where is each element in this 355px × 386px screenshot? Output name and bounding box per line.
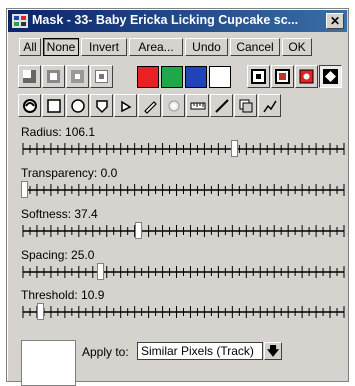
slider-thumb[interactable] <box>36 303 44 320</box>
invert-button[interactable]: Invert <box>81 38 127 56</box>
slider-thumb[interactable] <box>230 140 238 157</box>
mask-view-outline-icon[interactable] <box>319 65 342 88</box>
mask-app-icon <box>12 14 28 28</box>
ellipse-tool-icon[interactable] <box>66 94 89 117</box>
slider-thumb[interactable] <box>97 263 105 280</box>
layers-tool-icon[interactable] <box>234 94 257 117</box>
slider-track <box>22 184 345 196</box>
brush-tool-icon[interactable] <box>18 94 41 117</box>
threshold-slider[interactable] <box>21 303 346 320</box>
area-button[interactable]: Area... <box>129 38 183 56</box>
slider-track <box>22 143 345 155</box>
cancel-button[interactable]: Cancel <box>230 38 280 56</box>
white-swatch[interactable] <box>209 66 231 88</box>
green-swatch[interactable] <box>161 66 183 88</box>
transparency-label: Transparency: 0.0 <box>21 166 118 180</box>
mask-mode-subtract-icon[interactable] <box>42 65 65 88</box>
airbrush-tool-icon[interactable] <box>162 94 185 117</box>
all-button[interactable]: All <box>19 38 41 56</box>
threshold-label: Threshold: 10.9 <box>21 288 105 302</box>
pencil-tool-icon[interactable] <box>138 94 161 117</box>
mask-mode-replace-icon[interactable] <box>90 65 113 88</box>
polygon-tool-icon[interactable] <box>90 94 113 117</box>
mask-view-red-icon[interactable] <box>295 65 318 88</box>
curve-tool-icon[interactable] <box>258 94 281 117</box>
undo-button[interactable]: Undo <box>185 38 228 56</box>
mask-view-tint-icon[interactable] <box>271 65 294 88</box>
slider-track <box>22 266 345 278</box>
softness-slider[interactable] <box>21 222 346 239</box>
slider-thumb[interactable] <box>21 181 28 198</box>
none-button[interactable]: None <box>43 38 79 56</box>
ok-button[interactable]: OK <box>282 38 312 56</box>
mask-mode-add-icon[interactable] <box>18 65 41 88</box>
slider-track <box>22 225 345 237</box>
title-bar[interactable]: Mask - 33- Baby Ericka Licking Cupcake s… <box>8 10 347 32</box>
spacing-slider[interactable] <box>21 263 346 280</box>
slider-thumb[interactable] <box>135 222 143 239</box>
softness-label: Softness: 37.4 <box>21 207 98 221</box>
window-title: Mask - 33- Baby Ericka Licking Cupcake s… <box>32 13 299 27</box>
dropdown-arrow-icon[interactable]: 🡇 <box>264 342 282 360</box>
apply-to-label: Apply to: <box>82 345 129 359</box>
rectangle-tool-icon[interactable] <box>42 94 65 117</box>
radius-label: Radius: 106.1 <box>21 125 96 139</box>
close-button[interactable]: ✕ <box>326 13 344 29</box>
transparency-slider[interactable] <box>21 181 346 198</box>
radius-slider[interactable] <box>21 140 346 157</box>
mask-mode-intersect-icon[interactable] <box>66 65 89 88</box>
line-tool-icon[interactable] <box>210 94 233 117</box>
mask-view-off-icon[interactable] <box>247 65 270 88</box>
spacing-label: Spacing: 25.0 <box>21 248 95 262</box>
red-swatch[interactable] <box>137 66 159 88</box>
apply-to-select[interactable]: Similar Pixels (Track) <box>137 342 263 360</box>
blue-swatch[interactable] <box>185 66 207 88</box>
magic-wand-tool-icon[interactable] <box>114 94 137 117</box>
slider-track <box>22 306 345 318</box>
ruler-tool-icon[interactable] <box>186 94 209 117</box>
brush-preview <box>21 340 76 386</box>
mask-dialog: Mask - 33- Baby Ericka Licking Cupcake s… <box>6 8 349 386</box>
